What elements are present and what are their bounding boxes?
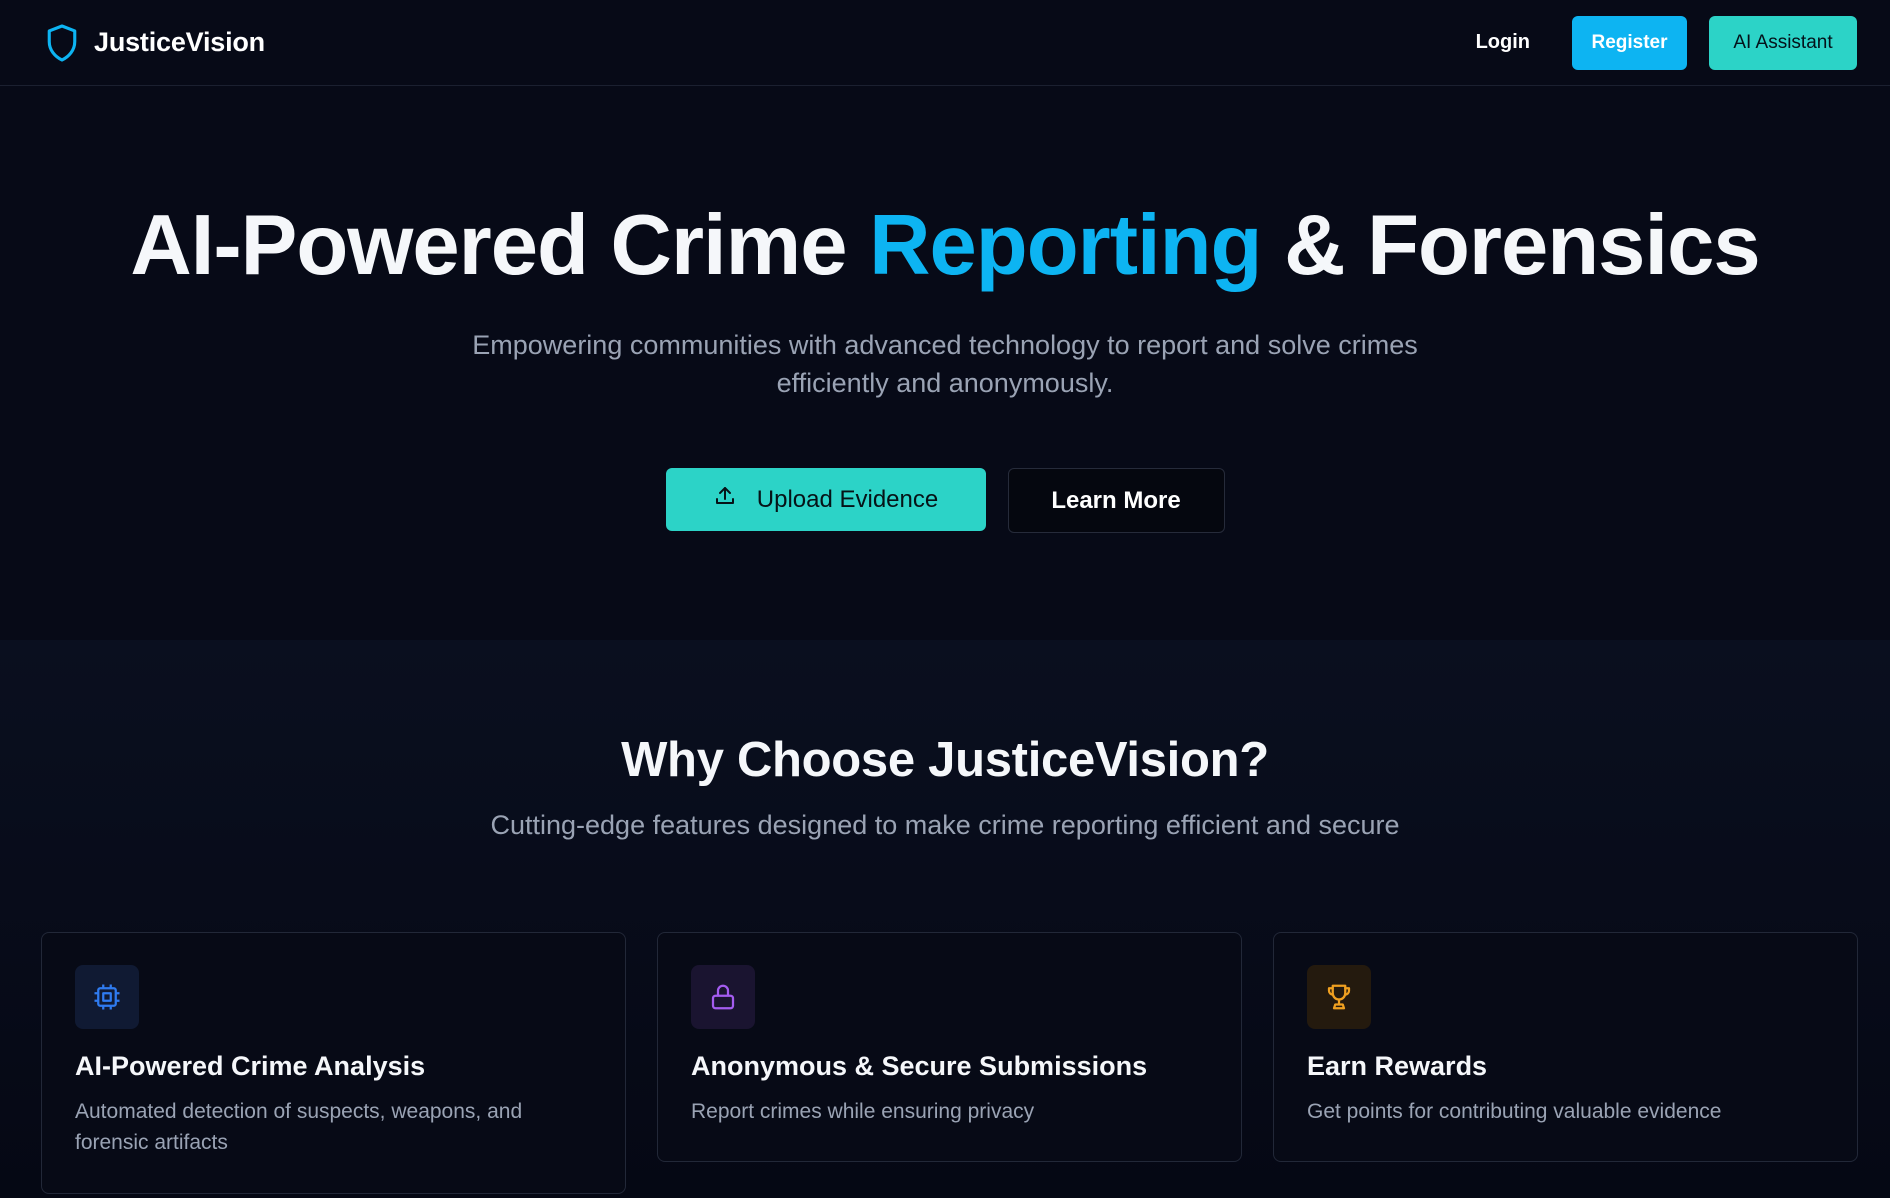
card-title: Earn Rewards	[1307, 1051, 1488, 1081]
trophy-icon	[1307, 965, 1371, 1029]
card-description: Report crimes while ensuring privacy	[691, 1100, 1035, 1123]
hero-title-part1: AI-Powered Crime	[130, 198, 870, 293]
card-description: Automated detection of suspects, weapons…	[75, 1100, 523, 1154]
feature-card-ai-analysis: AI-Powered Crime Analysis Automated dete…	[41, 932, 626, 1194]
feature-card-rewards: Earn Rewards Get points for contributing…	[1273, 932, 1858, 1162]
upload-evidence-button[interactable]: Upload Evidence	[665, 468, 986, 531]
upload-evidence-label: Upload Evidence	[756, 485, 939, 513]
upload-icon	[713, 484, 737, 515]
lock-icon	[691, 965, 755, 1029]
card-title: AI-Powered Crime Analysis	[75, 1051, 426, 1081]
hero-buttons: Upload Evidence Learn More	[0, 468, 1890, 533]
hero-subtitle: Empowering communities with advanced tec…	[472, 330, 1418, 398]
landing-page: JusticeVision Login Register AI Assistan…	[0, 0, 1890, 1198]
nav-actions: Login Register AI Assistant	[1476, 15, 1857, 70]
feature-cards: AI-Powered Crime Analysis Automated dete…	[41, 932, 1858, 1194]
ai-assistant-button[interactable]: AI Assistant	[1709, 15, 1857, 70]
card-description: Get points for contributing valuable evi…	[1307, 1100, 1722, 1123]
brand[interactable]: JusticeVision	[44, 22, 265, 64]
brand-name: JusticeVision	[94, 27, 265, 57]
features-subtitle: Cutting-edge features designed to make c…	[490, 810, 1400, 840]
feature-card-anonymous: Anonymous & Secure Submissions Report cr…	[657, 932, 1242, 1162]
shield-icon	[44, 22, 80, 64]
top-navbar: JusticeVision Login Register AI Assistan…	[0, 0, 1890, 86]
login-link[interactable]: Login	[1476, 31, 1530, 54]
hero-section: AI-Powered Crime Reporting & Forensics E…	[0, 86, 1890, 533]
hero-title-part2: & Forensics	[1261, 198, 1761, 293]
card-title: Anonymous & Secure Submissions	[691, 1051, 1148, 1081]
learn-more-button[interactable]: Learn More	[1007, 468, 1225, 533]
register-button[interactable]: Register	[1572, 15, 1687, 70]
hero-title: AI-Powered Crime Reporting & Forensics	[0, 196, 1890, 296]
features-title: Why Choose JusticeVision?	[621, 733, 1269, 787]
cpu-icon	[75, 965, 139, 1029]
hero-title-accent: Reporting	[869, 198, 1262, 293]
features-section: Why Choose JusticeVision? Cutting-edge f…	[0, 640, 1890, 1198]
